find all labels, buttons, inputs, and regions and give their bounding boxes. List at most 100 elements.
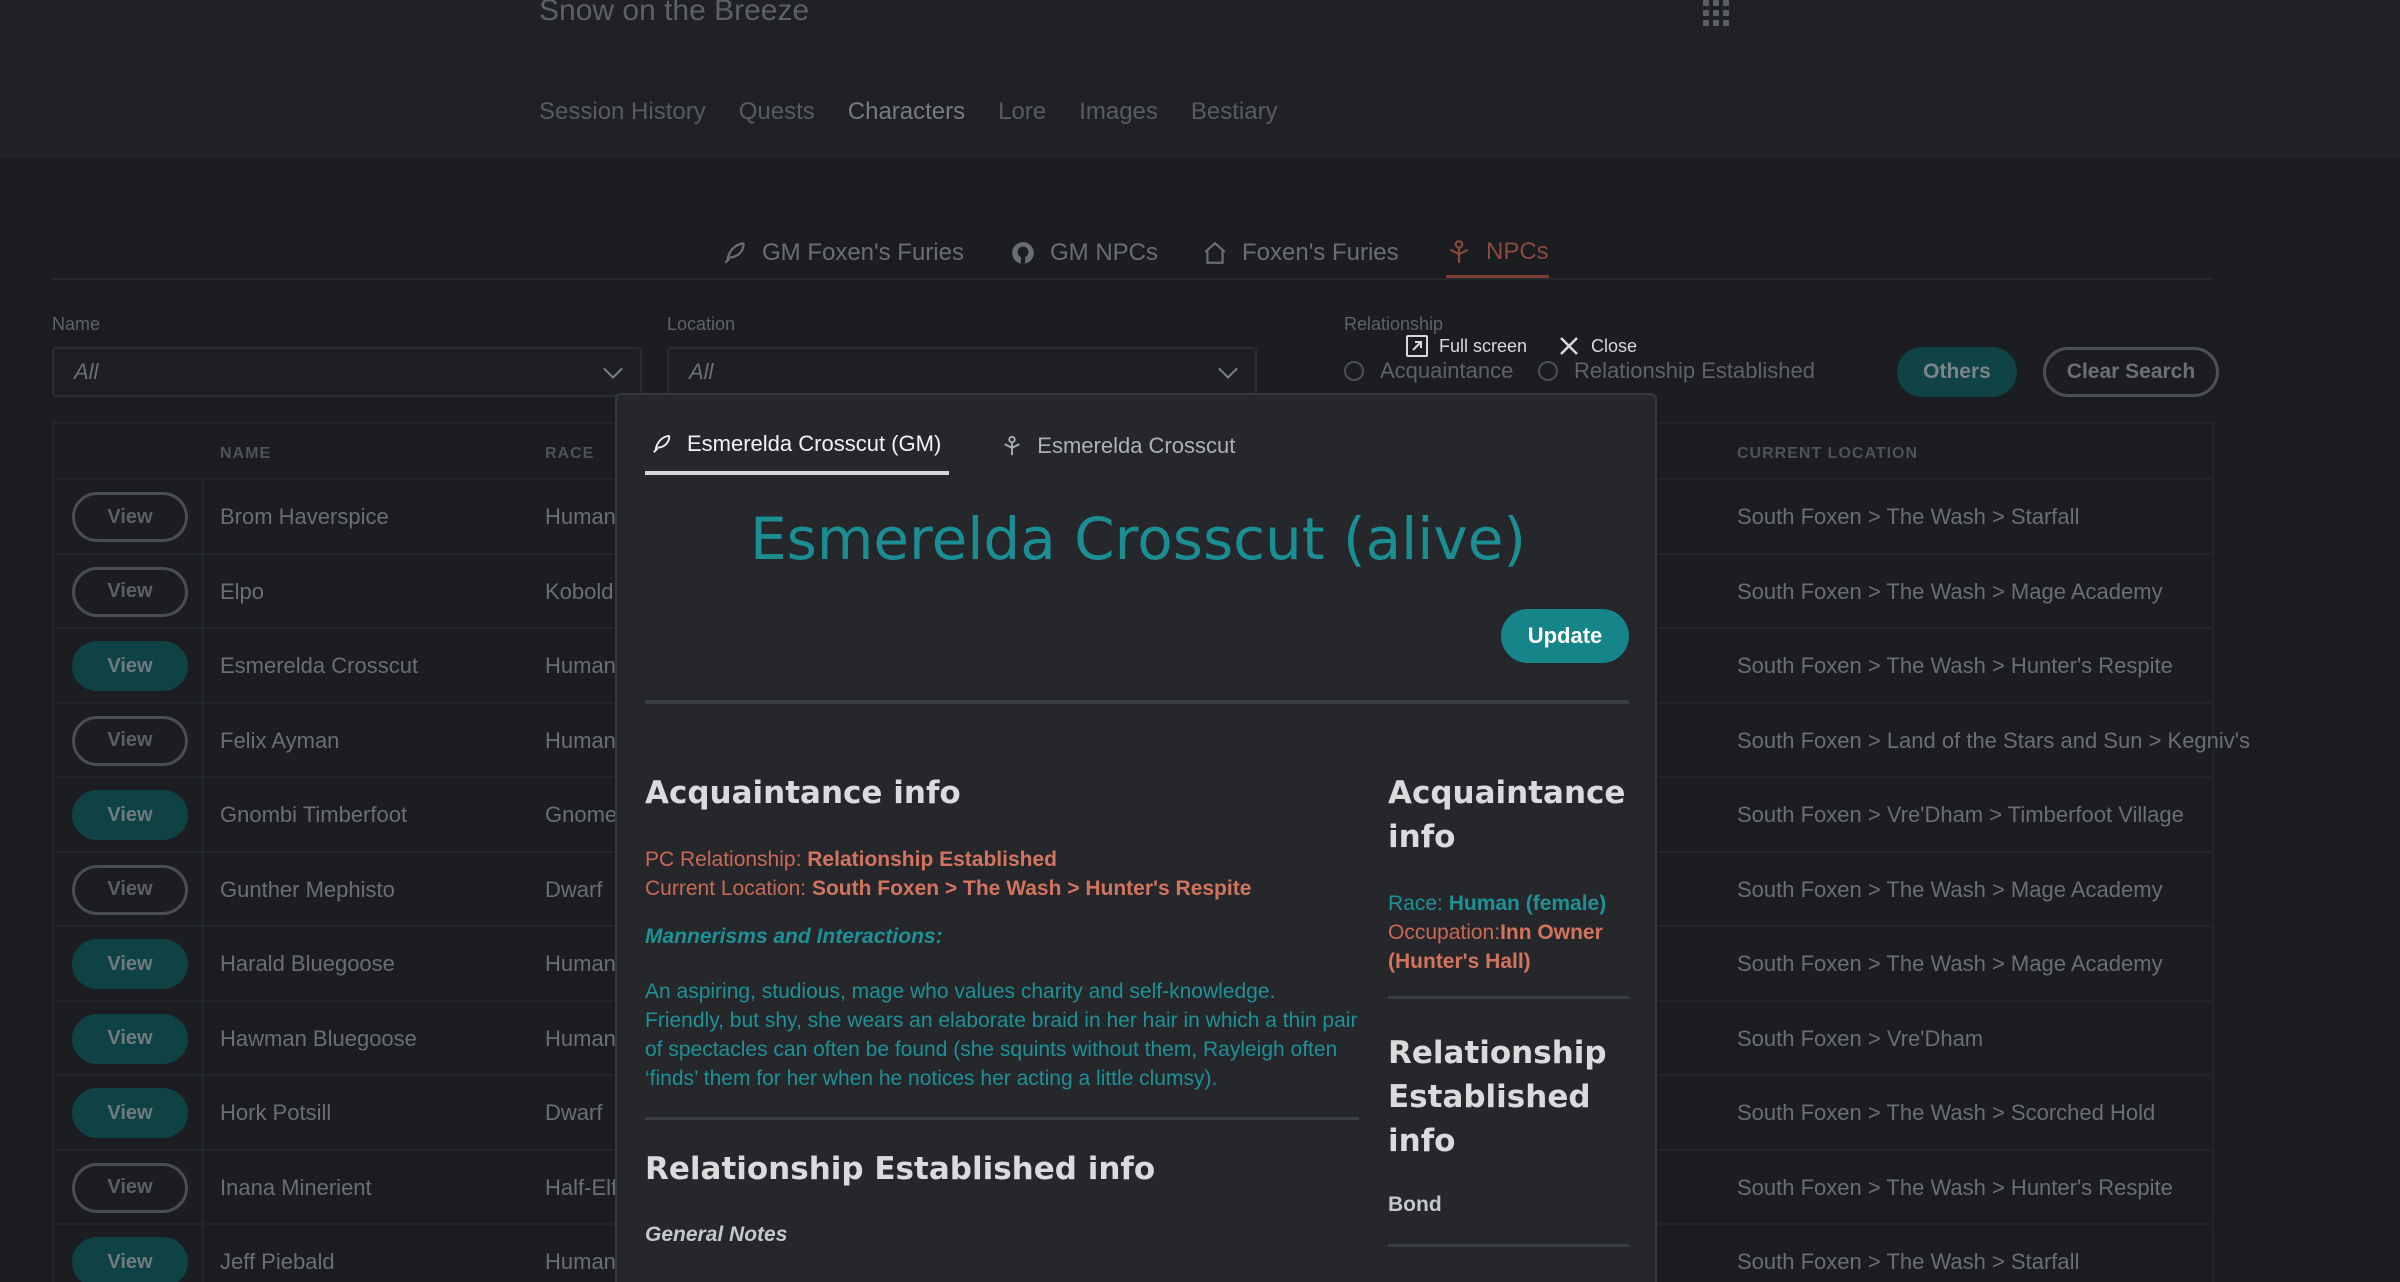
view-button[interactable]: View — [72, 641, 188, 691]
expand-icon — [1406, 335, 1428, 357]
tab-label: GM Foxen's Furies — [762, 239, 964, 266]
nav-bestiary[interactable]: Bestiary — [1191, 98, 1278, 126]
nav-characters[interactable]: Characters — [848, 98, 965, 126]
tab-foxens-furies[interactable]: Foxen's Furies — [1202, 228, 1399, 278]
column-header-race[interactable]: RACE — [545, 445, 594, 463]
name-select-value: All — [74, 359, 99, 384]
npc-location: South Foxen > The Wash > Mage Academy — [1737, 578, 2163, 604]
chevron-down-icon — [603, 359, 623, 379]
npc-location: South Foxen > The Wash > Starfall — [1737, 1249, 2080, 1274]
npc-race: Human — [545, 504, 616, 529]
divider — [1388, 996, 1629, 999]
tab-label: Esmerelda Crosscut — [1037, 433, 1236, 458]
view-button[interactable]: View — [72, 790, 188, 840]
side-relationship-heading: Relationship Established info — [1388, 1035, 1607, 1159]
view-button[interactable]: View — [72, 864, 188, 915]
divider — [645, 1117, 1359, 1120]
race-label: Race: — [1388, 892, 1443, 915]
npc-race: Dwarf — [545, 1100, 603, 1125]
modal-actions: Full screen Close — [1405, 334, 1637, 358]
location-select[interactable]: All — [667, 347, 1257, 397]
radio-relationship-established[interactable]: Relationship Established — [1538, 358, 1815, 384]
close-button[interactable]: Close — [1557, 334, 1637, 358]
view-button[interactable]: View — [72, 566, 188, 617]
general-notes-label: General Notes — [645, 1223, 788, 1246]
view-button[interactable]: View — [72, 1013, 188, 1064]
modal-tabs: Esmerelda Crosscut (GM) Esmerelda Crossc… — [645, 431, 1243, 475]
npc-location: South Foxen > The Wash > Mage Academy — [1737, 951, 2163, 976]
npc-name: Gnombi Timberfoot — [220, 802, 408, 827]
occupation-label: Occupation: — [1388, 921, 1501, 944]
radio-acquaintance[interactable]: Acquaintance — [1344, 358, 1513, 384]
tab-player-view[interactable]: Esmerelda Crosscut — [995, 431, 1243, 475]
top-bar: Snow on the Breeze Session History Quest… — [0, 0, 2400, 161]
clear-search-button[interactable]: Clear Search — [2043, 347, 2219, 397]
location-filter-label: Location — [667, 314, 736, 334]
view-button[interactable]: View — [72, 715, 188, 766]
npc-name: Elpo — [220, 578, 265, 604]
mannerisms-label: Mannerisms and Interactions: — [645, 925, 943, 948]
fullscreen-button[interactable]: Full screen — [1405, 334, 1527, 358]
radio-label: Acquaintance — [1380, 358, 1514, 383]
npc-race: Human — [545, 653, 616, 678]
view-button[interactable]: View — [72, 939, 188, 989]
npc-name: Jeff Piebald — [220, 1249, 335, 1274]
column-header-name[interactable]: NAME — [220, 445, 271, 463]
npc-location: South Foxen > The Wash > Hunter's Respit… — [1737, 653, 2173, 678]
update-button[interactable]: Update — [1501, 609, 1629, 663]
npc-race: Gnome — [545, 802, 618, 827]
radio-label: Relationship Established — [1574, 358, 1815, 383]
npc-name: Harald Bluegoose — [220, 951, 395, 976]
nav-images[interactable]: Images — [1079, 98, 1158, 126]
view-button[interactable]: View — [72, 1162, 188, 1213]
npc-race: Human — [545, 1025, 616, 1051]
view-button[interactable]: View — [72, 1237, 188, 1282]
fullscreen-label: Full screen — [1439, 335, 1528, 356]
npc-location: South Foxen > The Wash > Hunter's Respit… — [1737, 1174, 2173, 1200]
relationship-heading: Relationship Established info — [645, 1151, 1156, 1187]
npc-name: Inana Minerient — [220, 1174, 372, 1200]
tab-label: GM NPCs — [1050, 239, 1158, 266]
npc-name: Gunther Mephisto — [220, 876, 395, 902]
current-location-label: Current Location: — [645, 877, 807, 900]
nav-lore[interactable]: Lore — [998, 98, 1046, 126]
npc-location: South Foxen > Vre'Dham — [1737, 1025, 1984, 1051]
tab-gm-view[interactable]: Esmerelda Crosscut (GM) — [645, 431, 950, 475]
nav-session-history[interactable]: Session History — [539, 98, 706, 126]
tab-gm-foxens-furies[interactable]: GM Foxen's Furies — [722, 228, 964, 278]
location-select-value: All — [689, 359, 714, 384]
nav-quests[interactable]: Quests — [739, 98, 815, 126]
npc-race: Half-Elf — [545, 1174, 618, 1200]
feather-icon — [653, 434, 671, 453]
pc-relationship-line: PC Relationship: Relationship Establishe… — [645, 845, 1057, 874]
tab-npcs[interactable]: NPCs — [1446, 228, 1549, 278]
divider — [1388, 1244, 1629, 1247]
acquaintance-heading: Acquaintance info — [645, 775, 961, 811]
npc-race: Kobold — [545, 578, 614, 604]
name-select[interactable]: All — [52, 347, 642, 397]
apps-grid-icon[interactable] — [1703, 0, 1731, 26]
npc-location: South Foxen > Vre'Dham > Timberfoot Vill… — [1737, 802, 2184, 827]
close-label: Close — [1591, 335, 1638, 356]
character-modal: Esmerelda Crosscut (GM) Esmerelda Crossc… — [615, 393, 1657, 1282]
occupation-line: Occupation:Inn Owner (Hunter's Hall) — [1388, 918, 1628, 976]
character-description: An aspiring, studious, mage who values c… — [645, 980, 1358, 1090]
chevron-down-icon — [1218, 359, 1238, 379]
main-nav: Session History Quests Characters Lore I… — [539, 98, 1278, 126]
view-button[interactable]: View — [72, 492, 188, 542]
others-button[interactable]: Others — [1897, 347, 2017, 397]
view-button[interactable]: View — [72, 1088, 188, 1138]
person-icon — [1449, 239, 1469, 263]
npc-location: South Foxen > Land of the Stars and Sun … — [1737, 727, 2250, 753]
name-filter-label: Name — [52, 314, 101, 334]
tab-gm-npcs[interactable]: GM NPCs — [1010, 228, 1158, 278]
npc-name: Brom Haverspice — [220, 504, 389, 529]
race-value: Human (female) — [1448, 892, 1607, 915]
campaign-title: Snow on the Breeze — [539, 0, 810, 27]
current-location-line: Current Location: South Foxen > The Wash… — [645, 874, 1251, 903]
npc-race: Human — [545, 951, 616, 976]
npc-name: Hawman Bluegoose — [220, 1025, 417, 1051]
column-header-location[interactable]: CURRENT LOCATION — [1737, 445, 1918, 463]
npc-location: South Foxen > The Wash > Mage Academy — [1737, 876, 2163, 902]
tabs-divider — [52, 278, 2214, 280]
